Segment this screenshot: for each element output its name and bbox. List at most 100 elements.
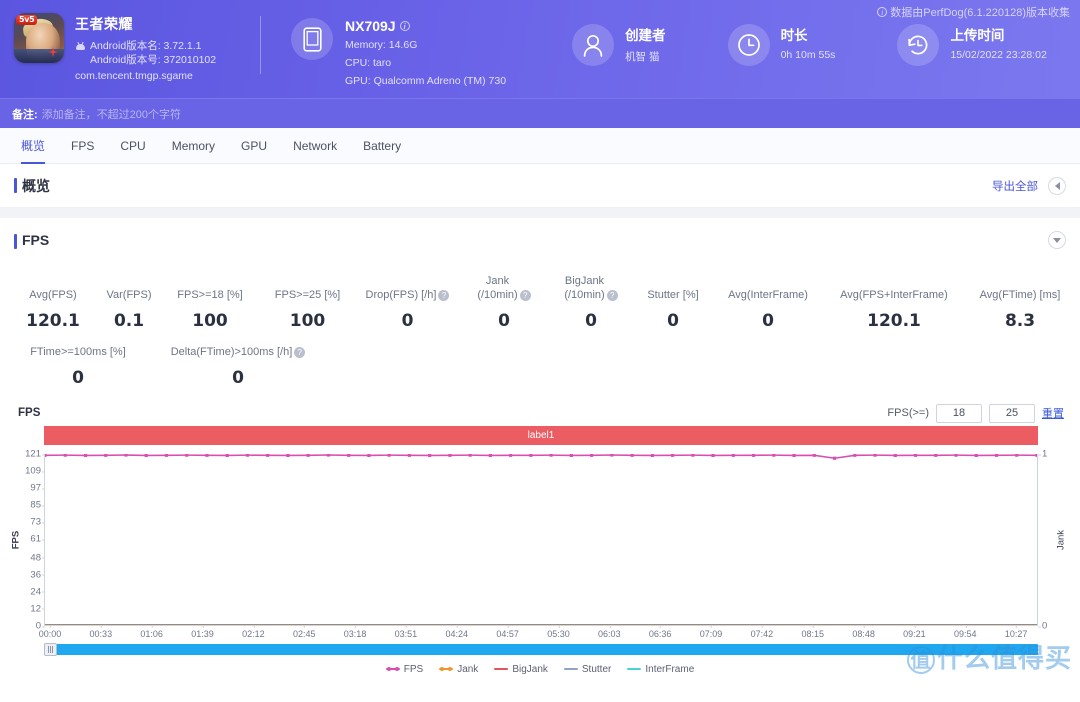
metrics-row-1: Avg(FPS) 120.1 Var(FPS) 0.1 FPS>=18 [%] … bbox=[0, 274, 1080, 331]
fps-point bbox=[650, 454, 654, 458]
help-icon[interactable]: ? bbox=[294, 347, 306, 358]
fps-point bbox=[934, 454, 938, 457]
tab-cpu[interactable]: CPU bbox=[107, 128, 158, 164]
y-tick: 97 bbox=[30, 482, 45, 494]
legend-label: Stutter bbox=[581, 663, 612, 675]
export-all-button[interactable]: 导出全部 bbox=[992, 178, 1038, 194]
chart-label-bar[interactable]: label1 bbox=[44, 426, 1038, 445]
y-tick: 36 bbox=[30, 569, 45, 581]
fps-title: FPS bbox=[14, 232, 49, 249]
remark-bar[interactable]: 备注: 添加备注，不超过200个字符 bbox=[0, 98, 1080, 128]
tab-network[interactable]: Network bbox=[280, 128, 350, 164]
info-icon: i bbox=[877, 7, 888, 17]
y-axis-title: FPS bbox=[10, 530, 22, 549]
metric-avg-fps: Avg(FPS) 120.1 bbox=[8, 274, 98, 331]
tab-fps-label: FPS bbox=[71, 138, 95, 153]
x-tick: 04:57 bbox=[496, 625, 519, 639]
device-info-icon[interactable]: i bbox=[399, 21, 410, 31]
help-icon[interactable]: ? bbox=[519, 290, 531, 301]
metric-delta-ftime: Delta(FTime)>100ms [/h] ? 0 bbox=[148, 345, 328, 388]
metric-avg-fps-value: 120.1 bbox=[26, 311, 80, 331]
fps-point bbox=[306, 454, 310, 457]
legend-item-interframe[interactable]: InterFrame bbox=[627, 664, 694, 675]
overview-collapse-button[interactable] bbox=[1048, 176, 1066, 195]
fps-point bbox=[549, 454, 553, 457]
history-icon bbox=[897, 24, 940, 66]
history-icon-svg bbox=[908, 35, 928, 55]
legend-label: FPS bbox=[403, 663, 424, 675]
legend-item-fps[interactable]: FPS bbox=[385, 663, 424, 675]
collect-note: i 数据由PerfDog(6.1.220128)版本收集 bbox=[877, 4, 1070, 20]
tab-fps[interactable]: FPS bbox=[58, 128, 107, 164]
fps-point bbox=[245, 454, 250, 457]
duration-value: 0h 10m 55s bbox=[780, 49, 836, 61]
x-tick: 09:54 bbox=[954, 625, 977, 639]
metric-fps-ge-25: FPS>=25 [%] 100 bbox=[260, 274, 355, 331]
fps-point bbox=[974, 454, 978, 458]
chart-scrollbar-handle[interactable] bbox=[44, 643, 57, 656]
threshold-low-input[interactable] bbox=[936, 403, 982, 423]
metric-avg-ftime-value: 8.3 bbox=[1004, 311, 1036, 331]
y-tick: 12 bbox=[30, 603, 45, 615]
tab-battery[interactable]: Battery bbox=[350, 128, 414, 164]
y2-tick: 1 bbox=[1037, 448, 1048, 460]
fps-point bbox=[387, 454, 391, 457]
duration-block: 时长 0h 10m 55s bbox=[727, 0, 836, 66]
tab-gpu[interactable]: GPU bbox=[228, 128, 280, 164]
legend-marker-icon bbox=[494, 668, 509, 670]
legend-item-stutter[interactable]: Stutter bbox=[563, 663, 612, 675]
user-icon bbox=[572, 24, 615, 66]
chart-plot-area[interactable]: FPS Jank 121 109 97 85 73 61 48 36 24 12 0 1 0 bbox=[11, 449, 1067, 632]
fps-point bbox=[45, 454, 47, 457]
x-tick: 09:21 bbox=[903, 625, 926, 639]
legend-item-bigjank[interactable]: BigJank bbox=[494, 664, 548, 675]
x-tick: 01:06 bbox=[140, 625, 163, 639]
tab-memory[interactable]: Memory bbox=[159, 128, 228, 164]
y-tick: 121 bbox=[25, 448, 45, 460]
metric-drop-fps: Drop(FPS) [/h] ? 0 bbox=[355, 274, 460, 331]
app-version-name: Android版本名: 3.72.1.1 bbox=[90, 40, 202, 52]
help-icon[interactable]: ? bbox=[606, 290, 618, 301]
x-tick: 04:24 bbox=[445, 625, 469, 639]
chart-title: FPS bbox=[18, 407, 41, 419]
y-tick: 109 bbox=[25, 465, 45, 477]
reset-button[interactable]: 重置 bbox=[1042, 405, 1064, 421]
fps-section-header: FPS bbox=[0, 218, 1080, 262]
x-tick: 06:36 bbox=[648, 625, 672, 639]
phone-icon-svg bbox=[302, 26, 322, 52]
user-icon-svg bbox=[583, 34, 603, 57]
overview-title: 概览 bbox=[14, 176, 50, 196]
legend-marker-icon bbox=[627, 668, 642, 670]
metric-fps-ge-25-label: FPS>=25 [%] bbox=[274, 289, 341, 301]
help-icon[interactable]: ? bbox=[438, 290, 450, 301]
fps-point bbox=[1015, 454, 1019, 457]
chart-scrollbar[interactable] bbox=[44, 643, 1038, 656]
tab-overview-label: 概览 bbox=[21, 139, 46, 153]
metric-jank-value: 0 bbox=[498, 311, 510, 331]
tab-memory-label: Memory bbox=[171, 138, 216, 153]
fps-point bbox=[509, 454, 513, 457]
fps-point bbox=[286, 454, 290, 458]
legend-item-jank[interactable]: Jank bbox=[439, 664, 478, 675]
fps-point bbox=[853, 454, 857, 457]
upload-label: 上传时间 bbox=[950, 28, 1005, 43]
metric-var-fps: Var(FPS) 0.1 bbox=[98, 274, 160, 331]
fps-point bbox=[205, 454, 209, 457]
fps-point bbox=[590, 454, 594, 457]
fps-point bbox=[812, 454, 816, 457]
fps-point bbox=[185, 454, 189, 457]
x-tick: 02:45 bbox=[292, 625, 316, 639]
fps-collapse-button[interactable] bbox=[1048, 231, 1066, 249]
metric-fps-ge-25-value: 100 bbox=[289, 311, 326, 331]
tab-overview[interactable]: 概览 bbox=[8, 128, 58, 164]
metric-bigjank-value: 0 bbox=[585, 311, 597, 331]
fps-point bbox=[954, 454, 958, 457]
metric-var-fps-label: Var(FPS) bbox=[106, 289, 152, 301]
threshold-high-input[interactable] bbox=[989, 403, 1035, 423]
fps-point bbox=[691, 454, 695, 457]
app-info-block: 5v5 王者荣耀 Android版本名: 3.72.1.1 Android版本号… bbox=[0, 0, 260, 82]
remark-input[interactable]: 添加备注，不超过200个字符 bbox=[42, 106, 181, 122]
metric-bigjank-label: BigJank (/10min) bbox=[564, 275, 605, 301]
remark-label: 备注: bbox=[12, 108, 38, 121]
metric-avg-interframe-value: 0 bbox=[762, 311, 774, 331]
